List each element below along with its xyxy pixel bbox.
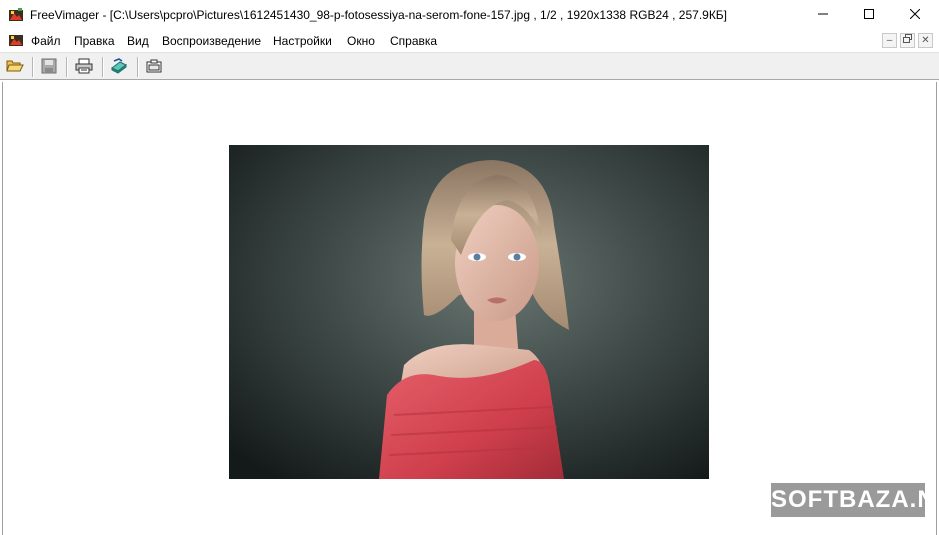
watermark: SOFTBAZA.NET: [771, 483, 939, 517]
maximize-icon: [864, 8, 874, 22]
toolbar-separator: [66, 57, 68, 77]
menu-window[interactable]: Окно: [347, 34, 375, 48]
app-icon[interactable]: [8, 7, 24, 23]
toolbar-separator: [137, 57, 139, 77]
toolbar: [0, 52, 939, 80]
minimize-icon: [818, 8, 828, 22]
mdi-minimize-icon: –: [886, 35, 893, 46]
capture-icon: [146, 58, 162, 77]
toolbar-separator: [32, 57, 34, 77]
mdi-restore-icon: [903, 34, 912, 46]
menu-edit[interactable]: Правка: [74, 34, 115, 48]
menu-settings[interactable]: Настройки: [273, 34, 332, 48]
displayed-image: [229, 145, 709, 479]
mdi-restore-button[interactable]: [900, 33, 915, 48]
close-button[interactable]: [892, 0, 938, 30]
menu-file[interactable]: Файл: [31, 34, 61, 48]
save-button[interactable]: [38, 56, 60, 78]
toolbar-separator: [102, 57, 104, 77]
mdi-close-button[interactable]: ✕: [918, 33, 933, 48]
save-icon: [41, 58, 57, 77]
mdi-close-icon: ✕: [921, 35, 930, 46]
print-icon: [75, 58, 93, 77]
mdi-minimize-button[interactable]: –: [882, 33, 897, 48]
menu-view[interactable]: Вид: [127, 34, 149, 48]
menu-help[interactable]: Справка: [390, 34, 437, 48]
close-icon: [909, 8, 921, 22]
document-icon[interactable]: [9, 33, 23, 50]
print-button[interactable]: [73, 56, 95, 78]
open-folder-icon: [6, 58, 24, 77]
title-bar: FreeVimager - [C:\Users\pcpro\Pictures\1…: [0, 0, 939, 30]
open-button[interactable]: [4, 56, 26, 78]
capture-button[interactable]: [143, 56, 165, 78]
maximize-button[interactable]: [846, 0, 892, 30]
menu-playback[interactable]: Воспроизведение: [162, 34, 261, 48]
scan-button[interactable]: [108, 56, 130, 78]
scan-icon: [110, 57, 128, 77]
menu-bar: Файл Правка Вид Воспроизведение Настройк…: [0, 30, 939, 52]
minimize-button[interactable]: [800, 0, 846, 30]
window-title: FreeVimager - [C:\Users\pcpro\Pictures\1…: [30, 8, 728, 22]
